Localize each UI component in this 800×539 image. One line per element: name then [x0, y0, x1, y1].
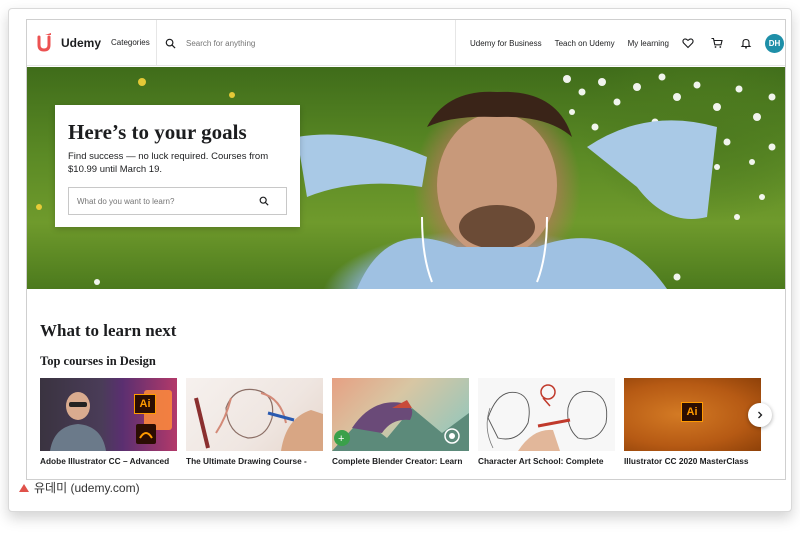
cart-icon[interactable]: [711, 37, 723, 49]
course-thumbnail[interactable]: +: [332, 378, 469, 451]
header-nav: Udemy for Business Teach on Udemy My lea…: [455, 20, 784, 66]
udemy-for-business-link[interactable]: Udemy for Business: [470, 39, 542, 48]
caption-triangle-icon: [19, 483, 29, 492]
udemy-logo-icon: [37, 32, 51, 52]
course-thumbnail[interactable]: Ai: [624, 378, 761, 451]
avatar[interactable]: DH: [764, 33, 784, 53]
hero-title: Here’s to your goals: [68, 120, 247, 144]
course-card[interactable]: Ai Adobe Illustrator CC – Advanced: [40, 378, 177, 466]
top-header: Udemy Categories Udemy for Business Teac…: [27, 20, 785, 66]
carousel-next-button[interactable]: [748, 403, 772, 427]
character-sketch: [486, 384, 608, 451]
chevron-right-icon: [758, 411, 763, 419]
logo-text: Udemy: [61, 35, 102, 50]
image-caption: 유데미 (udemy.com): [19, 479, 140, 496]
my-learning-link[interactable]: My learning: [628, 39, 669, 48]
course-thumbnail[interactable]: [186, 378, 323, 451]
heart-icon[interactable]: [682, 37, 694, 49]
search-input[interactable]: [186, 38, 426, 48]
section-title: What to learn next: [40, 321, 177, 340]
blender-artwork: +: [332, 400, 469, 451]
course-title[interactable]: Adobe Illustrator CC – Advanced: [40, 456, 177, 466]
illustrator-icon: Ai: [681, 402, 703, 422]
course-card[interactable]: + Complete Blender Creator: Learn: [332, 378, 469, 466]
caption-text: 유데미 (udemy.com): [34, 481, 140, 495]
instructor-photo: [50, 390, 172, 451]
teach-on-udemy-link[interactable]: Teach on Udemy: [555, 39, 615, 48]
bell-icon[interactable]: [740, 37, 752, 49]
course-card[interactable]: Ai Illustrator CC 2020 MasterClass: [624, 378, 761, 466]
course-card[interactable]: Character Art School: Complete: [478, 378, 615, 466]
hero-card: Here’s to your goals Find success — no l…: [55, 105, 300, 227]
hero-banner: Here’s to your goals Find success — no l…: [27, 67, 785, 289]
browser-viewport: Udemy Categories Udemy for Business Teac…: [26, 19, 786, 480]
svg-text:+: +: [338, 433, 344, 445]
categories-menu[interactable]: Categories: [111, 38, 150, 47]
hero-search-input[interactable]: [69, 196, 259, 206]
course-title[interactable]: The Ultimate Drawing Course -: [186, 456, 323, 466]
course-title[interactable]: Illustrator CC 2020 MasterClass: [624, 456, 761, 466]
header-search[interactable]: [157, 20, 457, 66]
hero-search[interactable]: [68, 187, 287, 215]
search-icon[interactable]: [165, 38, 176, 49]
course-carousel: Ai Adobe Illustrator CC – Advanced The U…: [40, 378, 770, 466]
course-card[interactable]: The Ultimate Drawing Course -: [186, 378, 323, 466]
drawing-photo: [194, 388, 323, 451]
course-title[interactable]: Character Art School: Complete: [478, 456, 615, 466]
illustrator-icon: Ai: [134, 394, 156, 414]
hero-subtitle: Find success — no luck required. Courses…: [68, 151, 269, 175]
course-thumbnail[interactable]: Ai: [40, 378, 177, 451]
subsection-title: Top courses in Design: [40, 354, 156, 368]
search-icon[interactable]: [259, 196, 269, 206]
course-title[interactable]: Complete Blender Creator: Learn: [332, 456, 469, 466]
course-thumbnail[interactable]: [478, 378, 615, 451]
